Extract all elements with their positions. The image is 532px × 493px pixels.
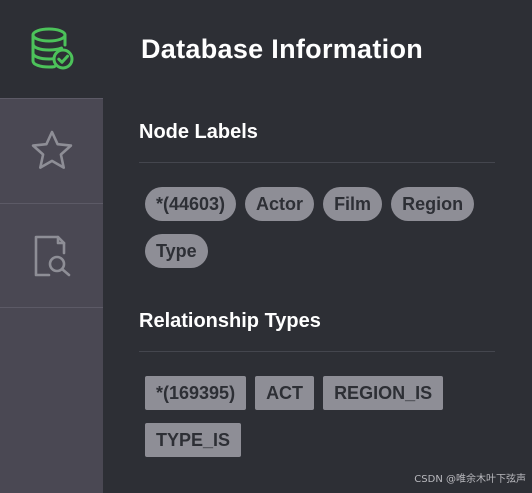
relationship-types-list: *(169395) ACT REGION_IS TYPE_IS bbox=[145, 376, 495, 457]
sidebar-item-favorites[interactable] bbox=[0, 98, 103, 203]
node-labels-heading: Node Labels bbox=[139, 121, 258, 143]
sidebar-item-database-info[interactable] bbox=[0, 0, 103, 98]
section-divider bbox=[139, 162, 495, 163]
node-label-film[interactable]: Film bbox=[323, 187, 383, 221]
node-label-actor[interactable]: Actor bbox=[245, 187, 315, 221]
watermark-text: CSDN @唯余木叶下弦声 bbox=[414, 474, 526, 485]
relationship-type-type-is[interactable]: TYPE_IS bbox=[145, 423, 242, 457]
relationship-type-all[interactable]: *(169395) bbox=[145, 376, 247, 410]
node-label-all[interactable]: *(44603) bbox=[145, 187, 237, 221]
relationship-type-region-is[interactable]: REGION_IS bbox=[323, 376, 444, 410]
document-search-icon bbox=[29, 233, 75, 279]
node-label-type[interactable]: Type bbox=[145, 234, 208, 268]
app-root: Database Information Node Labels *(44603… bbox=[0, 0, 532, 493]
relationship-type-act[interactable]: ACT bbox=[255, 376, 315, 410]
section-divider bbox=[139, 351, 495, 352]
database-information-panel: Database Information Node Labels *(44603… bbox=[103, 0, 532, 493]
star-icon bbox=[29, 128, 75, 174]
relationship-types-heading: Relationship Types bbox=[139, 310, 321, 332]
database-check-icon bbox=[29, 26, 75, 72]
page-title: Database Information bbox=[141, 34, 424, 64]
node-labels-list: *(44603) Actor Film Region Type bbox=[145, 187, 495, 268]
sidebar-item-documents[interactable] bbox=[0, 203, 103, 308]
sidebar bbox=[0, 0, 103, 493]
node-label-region[interactable]: Region bbox=[391, 187, 475, 221]
